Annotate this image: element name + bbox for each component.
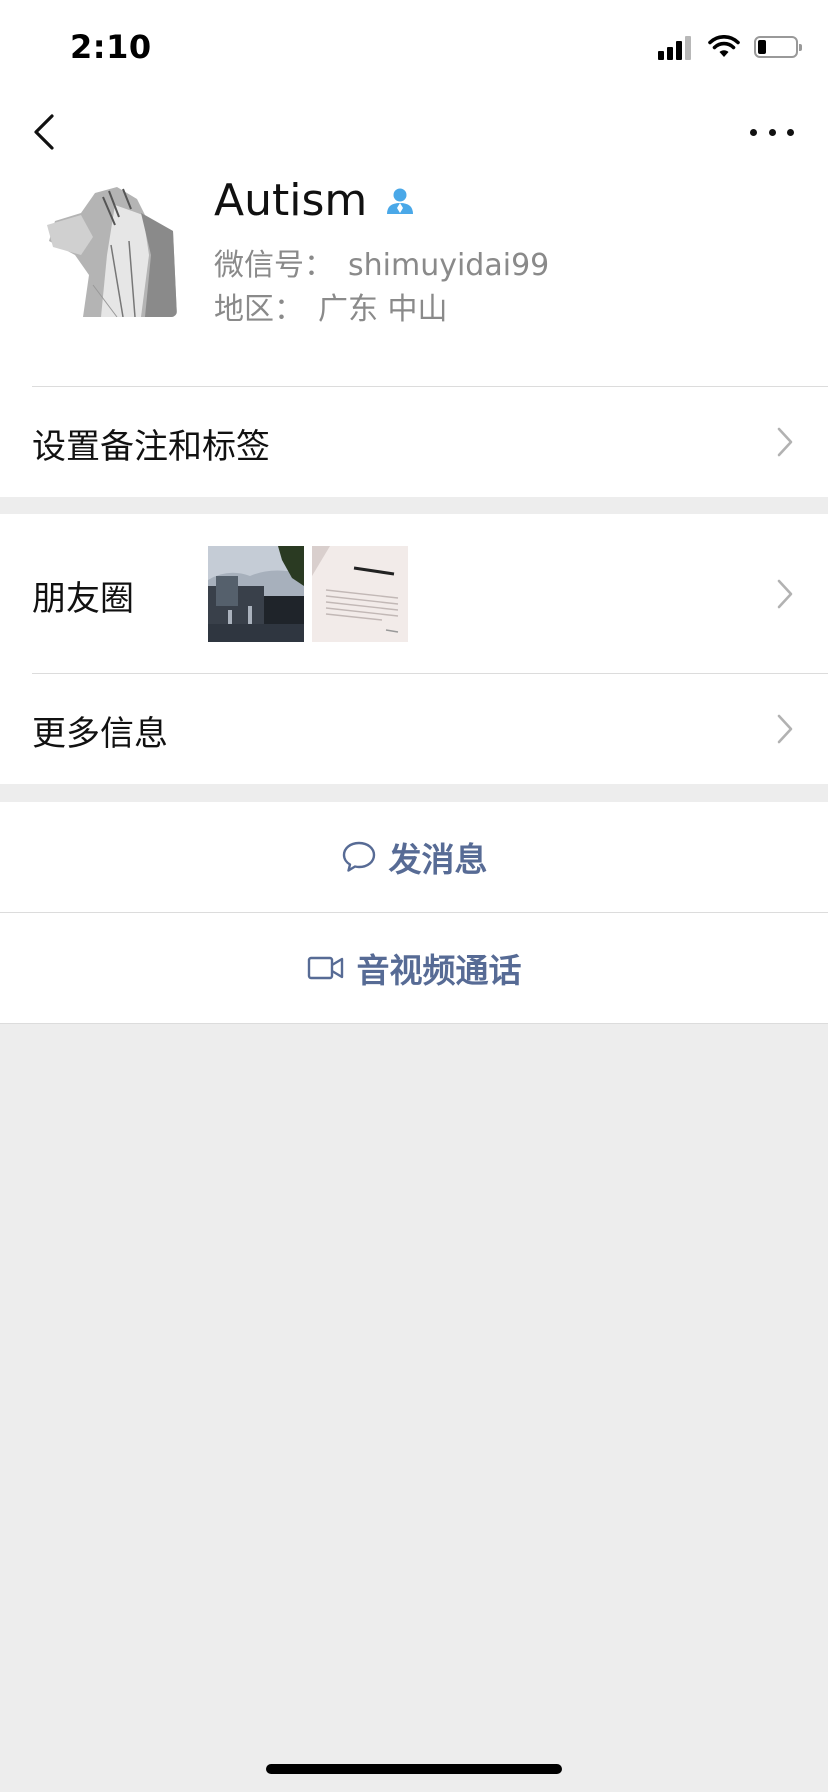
- chevron-right-icon: [777, 714, 793, 744]
- more-info-row[interactable]: 更多信息: [0, 674, 828, 784]
- wechat-id: 微信号： shimuyidai99: [214, 240, 549, 284]
- moments-thumbnail: [208, 546, 304, 642]
- more-options-button[interactable]: [750, 120, 794, 144]
- battery-low-icon: [754, 36, 802, 58]
- chevron-left-icon: [34, 114, 54, 150]
- avatar-illustration: [45, 185, 177, 317]
- moments-row[interactable]: 朋友圈: [0, 514, 828, 674]
- chat-bubble-icon: [342, 841, 375, 872]
- region-value: 广东 中山: [318, 292, 448, 327]
- avatar[interactable]: [45, 185, 177, 317]
- profile-name-block: Autism: [214, 175, 415, 226]
- chevron-right-icon: [777, 579, 793, 609]
- send-message-button[interactable]: 发消息: [0, 802, 828, 912]
- chevron-right-icon: [777, 427, 793, 457]
- send-message-label: 发消息: [388, 840, 488, 879]
- video-call-button[interactable]: 音视频通话: [0, 913, 828, 1023]
- wifi-icon: [708, 35, 740, 57]
- set-remark-row[interactable]: 设置备注和标签: [0, 387, 828, 497]
- divider: [0, 1023, 828, 1024]
- profile-name: Autism: [214, 175, 368, 226]
- wechat-id-label: 微信号：: [214, 248, 334, 283]
- status-icons: [658, 34, 802, 60]
- region: 地区： 广东 中山: [214, 284, 448, 328]
- region-label: 地区：: [214, 292, 304, 327]
- more-info-label: 更多信息: [32, 714, 168, 754]
- user-badge-icon: [387, 188, 414, 214]
- wechat-id-value: shimuyidai99: [348, 248, 550, 283]
- more-dots-icon: [750, 128, 757, 136]
- moments-thumbnail: [312, 546, 408, 642]
- status-time: 2:10: [70, 28, 152, 66]
- set-remark-label: 设置备注和标签: [32, 427, 270, 467]
- video-camera-icon: [307, 956, 343, 980]
- moments-label: 朋友圈: [32, 579, 134, 619]
- home-indicator[interactable]: [266, 1764, 562, 1774]
- video-call-label: 音视频通话: [356, 951, 522, 990]
- cellular-signal-icon: [658, 34, 694, 60]
- back-button[interactable]: [28, 108, 68, 156]
